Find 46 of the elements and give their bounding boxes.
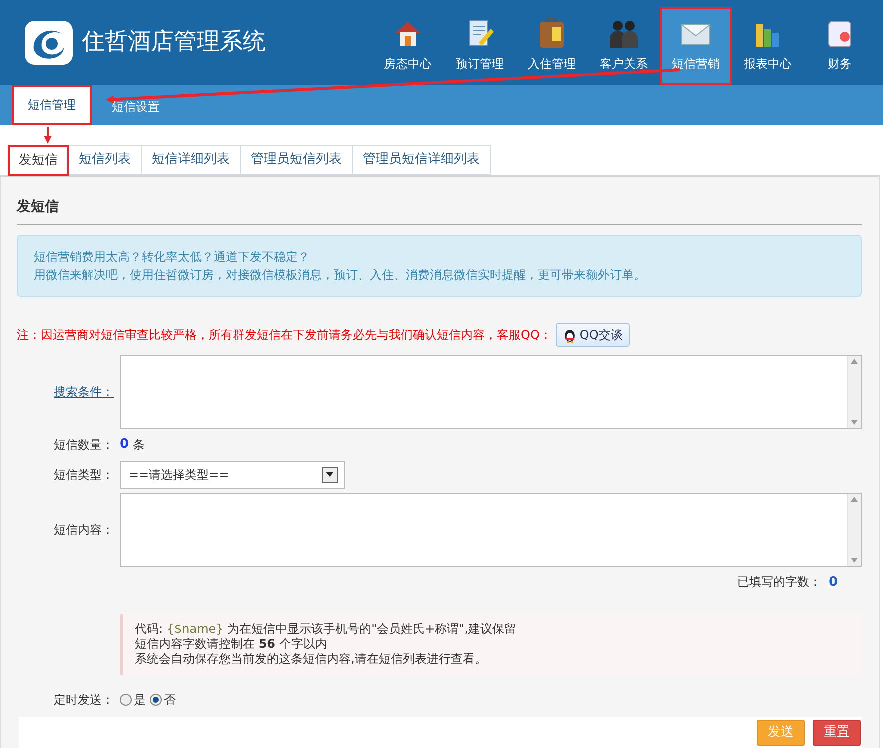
nav-item[interactable]: 报表中心 <box>732 7 804 85</box>
filled-count-label: 已填写的字数： <box>737 574 822 590</box>
nav-item[interactable]: 短信营销 <box>660 7 732 85</box>
scroll-down-icon[interactable] <box>851 558 858 562</box>
search-condition-link[interactable]: 搜索条件： <box>17 383 120 401</box>
subnav-tab[interactable]: 短信设置 <box>96 89 176 125</box>
tab[interactable]: 管理员短信列表 <box>241 145 353 175</box>
nav-item[interactable]: 客户关系 <box>588 7 660 85</box>
tab[interactable]: 短信列表 <box>69 145 142 175</box>
annotation-arrow <box>44 127 52 144</box>
content-label: 短信内容： <box>53 522 115 538</box>
search-condition-field[interactable] <box>120 355 862 429</box>
count-value: 0 <box>120 436 130 454</box>
nav-item[interactable]: 入住管理 <box>516 7 588 85</box>
promo-alert: 短信营销费用太高？转化率太低？通道下发不稳定？ 用微信来解决吧，使用住哲微订房，对接微信模板消息，预订、入住、消费消息微信实时提醒，更可带来额外订单。 <box>17 235 862 297</box>
schedule-radio[interactable]: 是 <box>120 691 146 709</box>
luggage-icon <box>537 17 567 49</box>
section-title: 发短信 <box>17 177 862 225</box>
app-title: 住哲酒店管理系统 <box>82 28 266 58</box>
count-unit: 条 <box>132 436 145 454</box>
nav-item[interactable]: 财务 <box>804 7 876 85</box>
tab[interactable]: 短信详细列表 <box>142 145 241 175</box>
logo-icon <box>24 20 74 66</box>
qq-chat-button[interactable]: QQ交谈 <box>556 323 630 347</box>
hint-text: 代码: {$name} 为在短信中显示该手机号的"会员姓氏+称谓",建议保留 <box>135 622 518 637</box>
filled-count-value: 0 <box>828 574 838 592</box>
nav-item[interactable]: 房态中心 <box>372 7 444 85</box>
type-select[interactable]: ==请选择类型== <box>120 460 345 488</box>
people-icon <box>608 19 640 49</box>
schedule-label: 定时发送： <box>53 692 115 709</box>
hint-text: 短信内容字数请控制在 56 个字以内 <box>135 637 328 652</box>
subnav-tab[interactable]: 短信管理 <box>12 85 92 125</box>
tab[interactable]: 发短信 <box>8 145 69 176</box>
count-label: 短信数量： <box>53 436 115 454</box>
schedule-radio[interactable]: 否 <box>150 691 176 709</box>
reset-button[interactable]: 重置 <box>813 720 861 746</box>
scroll-up-icon[interactable] <box>851 496 858 502</box>
scroll-down-icon[interactable] <box>851 420 858 425</box>
scroll-up-icon[interactable] <box>851 359 858 364</box>
notice-text: 注：因运营商对短信审查比较严格，所有群发短信在下发前请务必先与我们确认短信内容，客服QQ： <box>17 327 552 344</box>
content-field[interactable] <box>120 492 862 566</box>
hint-text: 系统会自动保存您当前发的这条短信内容,请在短信列表进行查看。 <box>135 652 488 667</box>
penguin-icon <box>562 327 577 343</box>
tab[interactable]: 管理员短信详细列表 <box>353 145 491 175</box>
nav-item[interactable]: 预订管理 <box>444 7 516 85</box>
type-label: 短信类型： <box>53 466 115 484</box>
